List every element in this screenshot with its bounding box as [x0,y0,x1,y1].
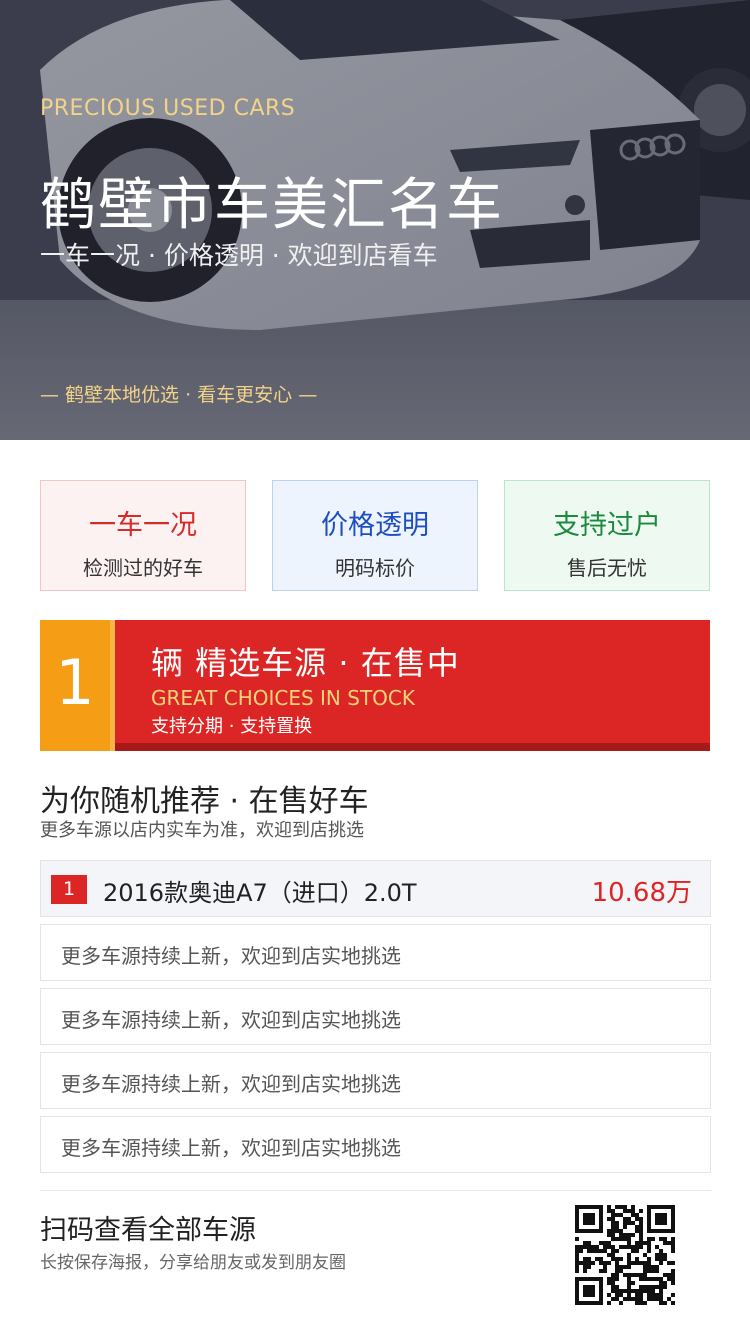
stock-note: 支持分期 · 支持置换 [151,716,313,737]
feature-card-pricing: 价格透明 明码标价 [272,480,478,591]
feature-card-transfer: 支持过户 售后无忧 [504,480,710,591]
stock-title: 辆 精选车源 · 在售中 [151,644,460,682]
qr-code[interactable] [575,1205,675,1305]
scan-title: 扫码查看全部车源 [40,1215,256,1246]
hero-tagline: 一车一况 · 价格透明 · 欢迎到店看车 [40,241,438,270]
feature-subtitle: 明码标价 [335,556,415,580]
stock-bottom-bar [115,743,710,751]
recommend-title: 为你随机推荐 · 在售好车 [40,784,369,819]
hero-banner: PRECIOUS USED CARS 鹤壁市车美汇名车 一车一况 · 价格透明 … [0,0,750,440]
footer-divider [40,1190,711,1191]
feature-subtitle: 检测过的好车 [83,556,203,580]
car-list-item[interactable]: 1 2016款奥迪A7（进口）2.0T 10.68万 [40,860,711,917]
hero-title: 鹤壁市车美汇名车 [40,173,504,238]
feature-subtitle: 售后无忧 [567,556,647,580]
placeholder-text: 更多车源持续上新，欢迎到店实地挑选 [61,944,401,968]
placeholder-row: 更多车源持续上新，欢迎到店实地挑选 [40,924,711,981]
placeholder-row: 更多车源持续上新，欢迎到店实地挑选 [40,1116,711,1173]
recommend-subtitle: 更多车源以店内实车为准，欢迎到店挑选 [40,820,364,841]
feature-title: 支持过户 [553,510,661,541]
hero-footer-slogan: — 鹤壁本地优选 · 看车更安心 — [40,384,318,406]
car-price: 10.68万 [591,878,692,908]
feature-title: 价格透明 [321,510,429,541]
stock-banner: 1 辆 精选车源 · 在售中 GREAT CHOICES IN STOCK 支持… [40,620,710,751]
feature-title: 一车一况 [89,510,197,541]
stock-count: 1 [40,620,110,751]
stock-english-subtitle: GREAT CHOICES IN STOCK [151,686,415,710]
placeholder-text: 更多车源持续上新，欢迎到店实地挑选 [61,1136,401,1160]
feature-cards: 一车一况 检测过的好车 价格透明 明码标价 支持过户 售后无忧 [40,480,710,591]
placeholder-text: 更多车源持续上新，欢迎到店实地挑选 [61,1008,401,1032]
car-index-badge: 1 [51,875,87,904]
scan-subtitle: 长按保存海报，分享给朋友或发到朋友圈 [40,1253,346,1273]
hero-english-subtitle: PRECIOUS USED CARS [40,96,296,121]
stock-info-panel: 辆 精选车源 · 在售中 GREAT CHOICES IN STOCK 支持分期… [115,620,710,743]
placeholder-row: 更多车源持续上新，欢迎到店实地挑选 [40,1052,711,1109]
car-name: 2016款奥迪A7（进口）2.0T [103,879,417,907]
feature-card-inspection: 一车一况 检测过的好车 [40,480,246,591]
placeholder-text: 更多车源持续上新，欢迎到店实地挑选 [61,1072,401,1096]
placeholder-row: 更多车源持续上新，欢迎到店实地挑选 [40,988,711,1045]
